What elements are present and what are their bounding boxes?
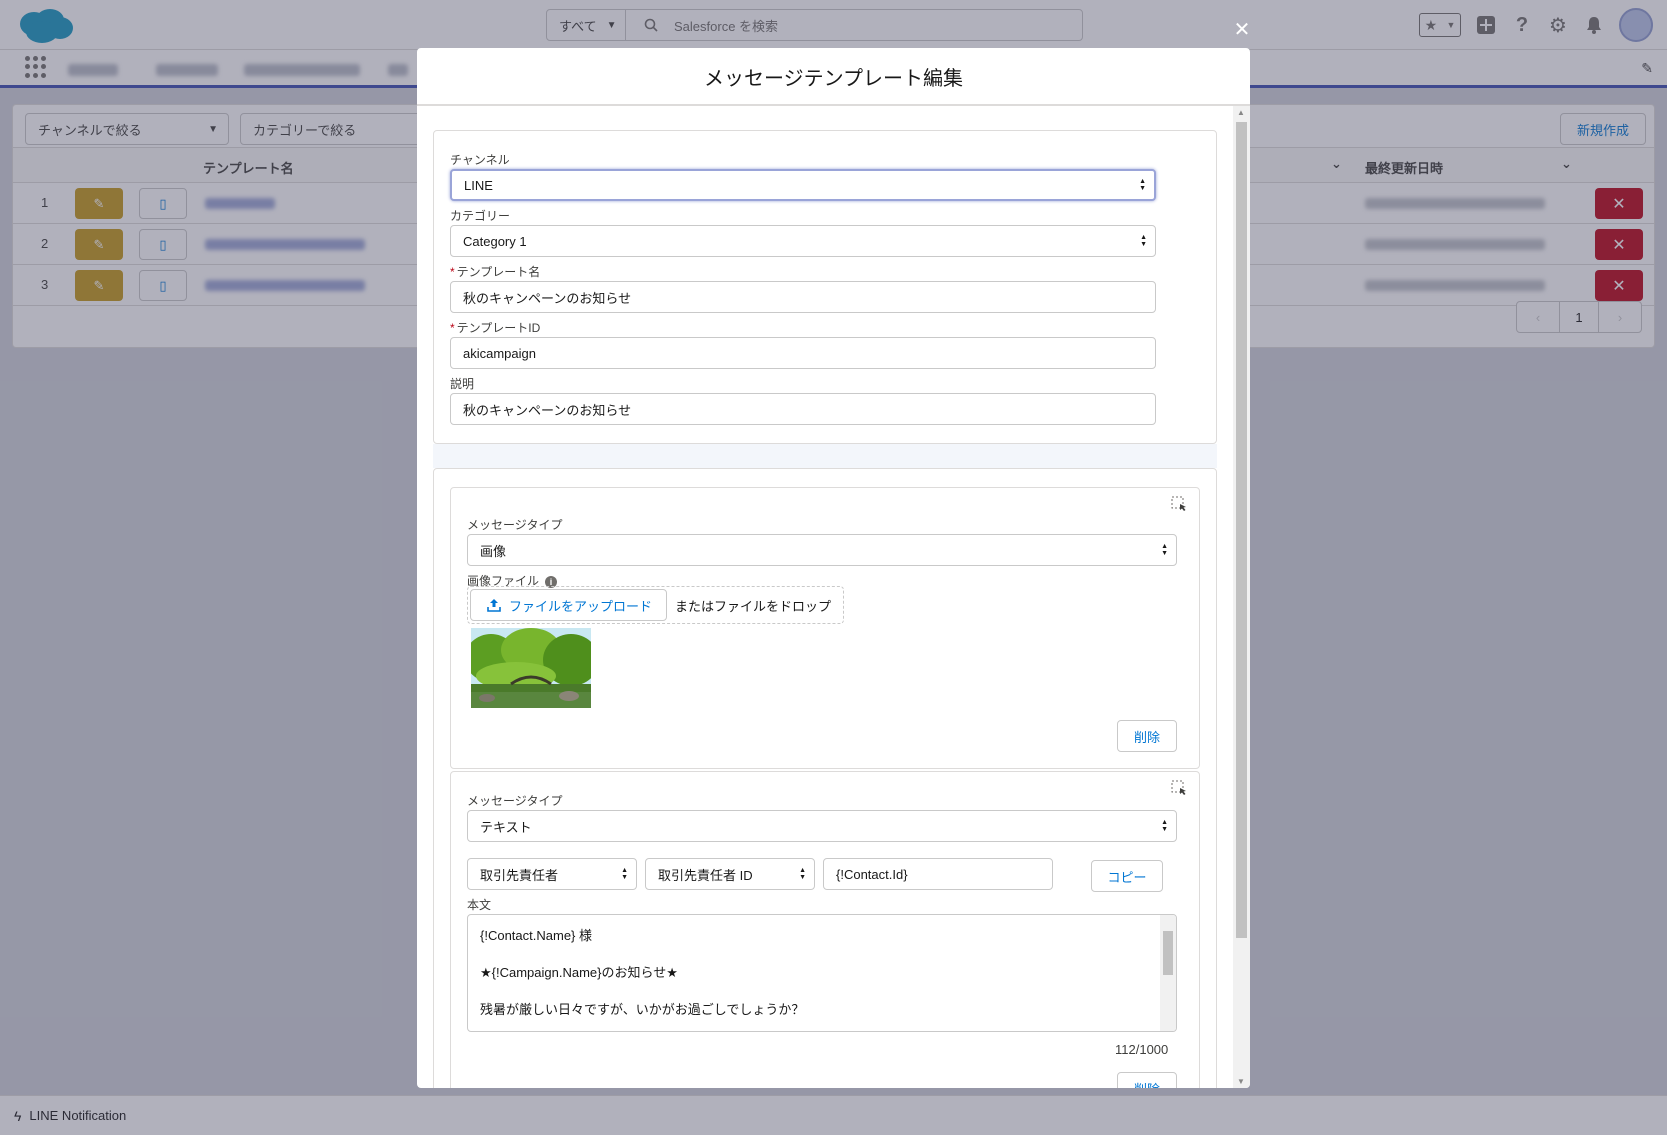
message-type-select[interactable]: 画像 ▲ ▼ <box>467 534 1177 566</box>
delete-image-block-button[interactable]: 削除 <box>1117 720 1177 752</box>
merge-field-select[interactable]: 取引先責任者 ID ▲ ▼ <box>645 858 815 890</box>
body-label: 本文 <box>467 898 492 912</box>
modal-title: メッセージテンプレート編集 <box>704 67 963 90</box>
template-name-label: * テンプレート名 <box>450 263 540 280</box>
scroll-thumb[interactable] <box>1236 122 1247 938</box>
body-line: ★{!Campaign.Name}のお知らせ★ <box>480 965 678 980</box>
message-type-select[interactable]: テキスト ▲ ▼ <box>467 810 1177 842</box>
merge-object-select[interactable]: 取引先責任者 ▲ ▼ <box>467 858 637 890</box>
select-arrows-icon: ▲ ▼ <box>621 867 628 881</box>
channel-select[interactable]: LINE ▲ ▼ <box>450 169 1156 201</box>
select-arrows-icon: ▲ ▼ <box>1139 178 1146 192</box>
delete-text-block-button[interactable]: 削除 <box>1117 1072 1177 1088</box>
messages-section: メッセージタイプ 画像 ▲ ▼ 画像ファイル i ファイルをアップロード またはファ… <box>433 468 1217 1088</box>
template-id-label-text: テンプレートID <box>456 321 541 335</box>
merge-field-output[interactable]: {!Contact.Id} <box>823 858 1053 890</box>
select-arrows-icon: ▲ ▼ <box>1140 234 1147 248</box>
file-drop-zone[interactable]: ファイルをアップロード またはファイルをドロップ <box>467 586 845 624</box>
template-id-input[interactable]: akicampaign <box>450 337 1156 369</box>
textarea-scrollbar[interactable] <box>1160 915 1176 1031</box>
modal-scrollbar[interactable]: ▲ ▼ <box>1233 106 1250 1088</box>
body-textarea[interactable]: {!Contact.Name} 様 ★{!Campaign.Name}のお知らせ… <box>467 914 1177 1032</box>
drop-file-hint: またはファイルをドロップ <box>675 598 832 614</box>
section-separator <box>433 444 1217 468</box>
channel-value: LINE <box>464 177 493 193</box>
close-icon: ✕ <box>1233 19 1251 41</box>
message-block-image: メッセージタイプ 画像 ▲ ▼ 画像ファイル i ファイルをアップロード またはファ… <box>450 487 1200 769</box>
drag-handle-icon[interactable] <box>1171 780 1187 796</box>
merge-object-value: 取引先責任者 <box>480 867 559 883</box>
upload-file-label: ファイルをアップロード <box>509 598 653 614</box>
copy-merge-field-button[interactable]: コピー <box>1091 860 1163 892</box>
drag-handle-icon[interactable] <box>1171 496 1187 512</box>
image-preview <box>471 628 591 708</box>
body-line: {!Contact.Name} 様 <box>480 928 592 943</box>
channel-label: チャンネル <box>450 153 510 167</box>
select-arrows-icon: ▲ ▼ <box>1161 819 1168 833</box>
template-name-label-text: テンプレート名 <box>456 265 541 279</box>
select-arrows-icon: ▲ ▼ <box>799 867 806 881</box>
template-name-value: 秋のキャンペーンのお知らせ <box>463 290 632 306</box>
merge-field-text: {!Contact.Id} <box>836 866 908 882</box>
description-input[interactable]: 秋のキャンペーンのお知らせ <box>450 393 1156 425</box>
category-label: カテゴリー <box>450 209 511 223</box>
description-value: 秋のキャンペーンのお知らせ <box>463 402 632 418</box>
edit-template-modal: メッセージテンプレート編集 チャンネル LINE ▲ ▼ カテゴリー Catego… <box>417 48 1250 1088</box>
category-select[interactable]: Category 1 ▲ ▼ <box>450 225 1156 257</box>
category-value: Category 1 <box>463 233 527 249</box>
character-count: 112/1000 <box>1115 1042 1169 1057</box>
select-arrows-icon: ▲ ▼ <box>1161 543 1168 557</box>
template-info-section: チャンネル LINE ▲ ▼ カテゴリー Category 1 ▲ ▼ * テンプレー… <box>433 130 1217 444</box>
description-label: 説明 <box>450 377 475 391</box>
upload-file-button[interactable]: ファイルをアップロード <box>470 589 668 621</box>
merge-field-value: 取引先責任者 ID <box>658 867 753 883</box>
template-id-label: * テンプレートID <box>450 319 540 336</box>
scroll-up-icon[interactable]: ▲ <box>1237 108 1245 117</box>
message-block-text: メッセージタイプ テキスト ▲ ▼ 取引先責任者 ▲ ▼ 取引先責任者 ID ▲ ▼ … <box>450 771 1200 1088</box>
template-name-input[interactable]: 秋のキャンペーンのお知らせ <box>450 281 1156 313</box>
modal-close-button[interactable]: ✕ <box>1232 20 1252 40</box>
required-mark: * <box>450 265 455 279</box>
message-type-label: メッセージタイプ <box>467 794 563 808</box>
modal-header: メッセージテンプレート編集 <box>417 48 1250 106</box>
upload-icon <box>487 599 501 612</box>
template-id-value: akicampaign <box>463 345 536 361</box>
scroll-down-icon[interactable]: ▼ <box>1237 1077 1245 1086</box>
body-line: 残暑が厳しい日々ですが、いかがお過ごしでしょうか？ <box>480 1002 805 1017</box>
modal-body: チャンネル LINE ▲ ▼ カテゴリー Category 1 ▲ ▼ * テンプレー… <box>417 106 1233 1088</box>
message-type-value: 画像 <box>480 543 507 559</box>
required-mark: * <box>450 321 455 335</box>
message-type-value: テキスト <box>480 819 532 835</box>
message-type-label: メッセージタイプ <box>467 518 563 532</box>
